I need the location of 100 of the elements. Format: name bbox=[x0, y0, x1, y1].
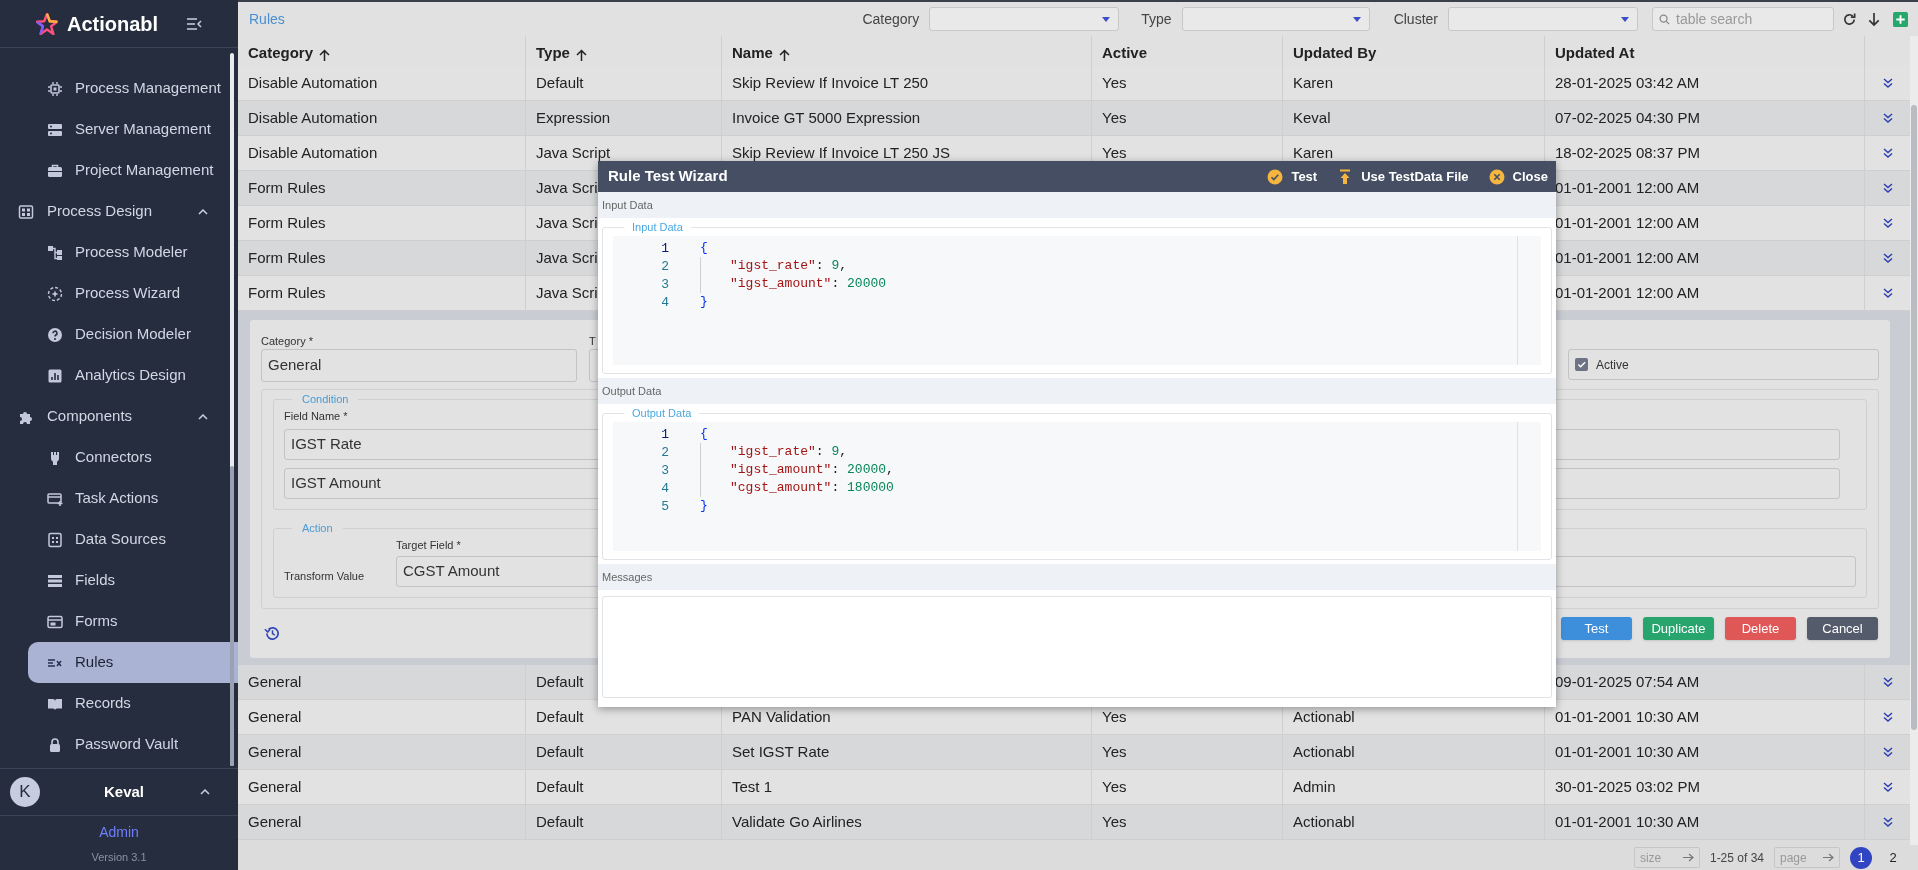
table-cell-text: PAN Validation bbox=[732, 706, 831, 727]
page-button[interactable]: 2 bbox=[1882, 846, 1904, 869]
user-name: Keval bbox=[104, 781, 145, 802]
table-cell-text: 01-01-2001 12:00 AM bbox=[1555, 177, 1700, 198]
test-button[interactable]: Test bbox=[1267, 166, 1318, 187]
sidebar-item[interactable]: Data Sources bbox=[28, 519, 238, 560]
expand-chevrons-icon[interactable] bbox=[1882, 183, 1893, 193]
line-number: 4 bbox=[660, 479, 670, 497]
table-cell-text: Java Scri bbox=[536, 212, 598, 233]
caret-down-icon bbox=[1102, 16, 1111, 22]
sidebar-item[interactable]: Analytics Design bbox=[28, 355, 238, 396]
expand-chevrons-icon[interactable] bbox=[1882, 253, 1893, 263]
history-icon[interactable] bbox=[264, 625, 281, 642]
caret-up-icon[interactable] bbox=[200, 789, 210, 795]
table-cell-text: Default bbox=[536, 741, 584, 762]
sidebar-item[interactable]: Password Vault bbox=[28, 724, 238, 765]
table-cell-text: Java Scri bbox=[536, 247, 598, 268]
sidebar-item[interactable]: Connectors bbox=[28, 437, 238, 478]
table-cell-text: Form Rules bbox=[248, 282, 326, 303]
group-legend: Action bbox=[292, 520, 343, 537]
line-number: 1 bbox=[660, 425, 670, 443]
sidebar-item[interactable]: Forms bbox=[28, 601, 238, 642]
panel-legend: Input Data bbox=[624, 219, 691, 236]
page-input[interactable]: page bbox=[1780, 848, 1820, 867]
sidebar-item[interactable]: Rules bbox=[28, 642, 238, 683]
search-icon bbox=[1659, 13, 1670, 25]
close-button[interactable]: Close bbox=[1488, 166, 1548, 187]
sidebar-group[interactable]: Components bbox=[0, 396, 238, 437]
sidebar-item[interactable]: Process Modeler bbox=[28, 232, 238, 273]
table-cell-text: Karen bbox=[1293, 72, 1334, 93]
download-icon[interactable] bbox=[1867, 11, 1881, 27]
expand-chevrons-icon[interactable] bbox=[1882, 113, 1893, 123]
table-cell-text: Test 1 bbox=[732, 776, 773, 797]
section-heading: Input Data bbox=[598, 192, 1556, 218]
page-field[interactable]: size bbox=[1633, 847, 1700, 868]
expand-chevrons-icon[interactable] bbox=[1882, 782, 1893, 792]
table-cell-text: General bbox=[248, 671, 302, 692]
sidebar-item[interactable]: Server Management bbox=[28, 109, 238, 150]
expand-chevrons-icon[interactable] bbox=[1882, 288, 1893, 298]
category-field[interactable]: General bbox=[261, 349, 577, 382]
table-cell-text: Yes bbox=[1102, 776, 1127, 797]
expand-chevrons-icon[interactable] bbox=[1882, 218, 1893, 228]
table-cell-text: Default bbox=[536, 776, 584, 797]
add-icon[interactable] bbox=[1893, 11, 1908, 27]
sidebar-item[interactable]: Records bbox=[28, 683, 238, 724]
sidebar-item[interactable]: Process Management bbox=[28, 68, 238, 109]
refresh-icon[interactable] bbox=[1842, 11, 1857, 27]
page-button[interactable]: 1 bbox=[1850, 846, 1872, 869]
expand-chevrons-icon[interactable] bbox=[1882, 817, 1893, 827]
table-cell-text: Invoice GT 5000 Expression bbox=[732, 107, 921, 128]
brand-name: Actionabl bbox=[67, 11, 159, 37]
table-cell-text: Keval bbox=[1293, 107, 1331, 128]
field-label: Target Field * bbox=[396, 537, 461, 553]
expand-chevrons-icon[interactable] bbox=[1882, 712, 1893, 722]
expand-chevrons-icon[interactable] bbox=[1882, 677, 1893, 687]
lock-icon bbox=[47, 736, 63, 753]
search-box[interactable]: table search bbox=[1652, 7, 1834, 31]
expand-chevrons-icon[interactable] bbox=[1882, 78, 1893, 88]
code-editor[interactable]: 1 2 3 4 { "igst_rate": 9, "igst_amount": 20000 } bbox=[613, 235, 1541, 365]
scrollbar-thumb[interactable] bbox=[230, 466, 234, 766]
table-cell-text: Admin bbox=[1293, 776, 1336, 797]
sidebar-item[interactable]: Project Management bbox=[28, 150, 238, 191]
page-field[interactable]: page bbox=[1774, 847, 1840, 868]
table-cell-text: 01-01-2001 10:30 AM bbox=[1555, 741, 1700, 762]
filter-label: Category bbox=[862, 9, 920, 29]
sidebar-group[interactable]: Process Design bbox=[0, 191, 238, 232]
table-cell-text: Skip Review If Invoice LT 250 bbox=[732, 72, 929, 93]
caret-down-icon bbox=[1621, 16, 1629, 22]
sidebar-item[interactable]: Decision Modeler bbox=[28, 314, 238, 355]
line-number: 3 bbox=[660, 275, 670, 293]
table-cell-text: Disable Automation bbox=[248, 72, 378, 93]
table-cell-text: Yes bbox=[1102, 72, 1127, 93]
search-field[interactable]: table search bbox=[1676, 8, 1826, 30]
field-label: Category * bbox=[261, 334, 314, 346]
menu-collapse-icon[interactable] bbox=[186, 16, 202, 31]
sidebar-item[interactable]: Fields bbox=[28, 560, 238, 601]
table-cell-text: Java Scri bbox=[536, 282, 598, 303]
cancel-button[interactable]: Cancel bbox=[1807, 617, 1878, 640]
delete-button[interactable]: Delete bbox=[1725, 617, 1796, 640]
page-range: 1-25 of 34 bbox=[1709, 849, 1764, 867]
role-link[interactable]: Admin bbox=[99, 822, 139, 843]
checkbox[interactable] bbox=[1575, 358, 1588, 371]
field-label: Field Name * bbox=[284, 408, 348, 424]
sidebar-item[interactable]: Task Actions bbox=[28, 478, 238, 519]
version-label: Version 3.1 bbox=[91, 850, 147, 865]
sidebar-item[interactable]: Process Wizard bbox=[28, 273, 238, 314]
upload-button[interactable]: Use TestData File bbox=[1337, 166, 1469, 187]
table-cell-text: Disable Automation bbox=[248, 142, 378, 163]
code-line: "igst_rate": 9, bbox=[700, 442, 848, 461]
table-cell-text: 01-01-2001 12:00 AM bbox=[1555, 282, 1700, 303]
table-cell-text: Set IGST Rate bbox=[732, 741, 830, 762]
expand-chevrons-icon[interactable] bbox=[1882, 747, 1893, 757]
expand-chevrons-icon[interactable] bbox=[1882, 148, 1893, 158]
table-cell-text: Disable Automation bbox=[248, 107, 378, 128]
table-cell-text: Default bbox=[536, 671, 584, 692]
scrollbar-thumb[interactable] bbox=[1911, 105, 1917, 730]
code-editor[interactable]: 1 2 3 4 5 { "igst_rate": 9, "igst_amount": 20000, "cgst_amount": 180000 } bbox=[613, 421, 1541, 551]
dashboard-icon bbox=[18, 203, 34, 220]
active-checkbox[interactable]: Active bbox=[1568, 349, 1879, 380]
page-input[interactable]: size bbox=[1639, 848, 1680, 867]
